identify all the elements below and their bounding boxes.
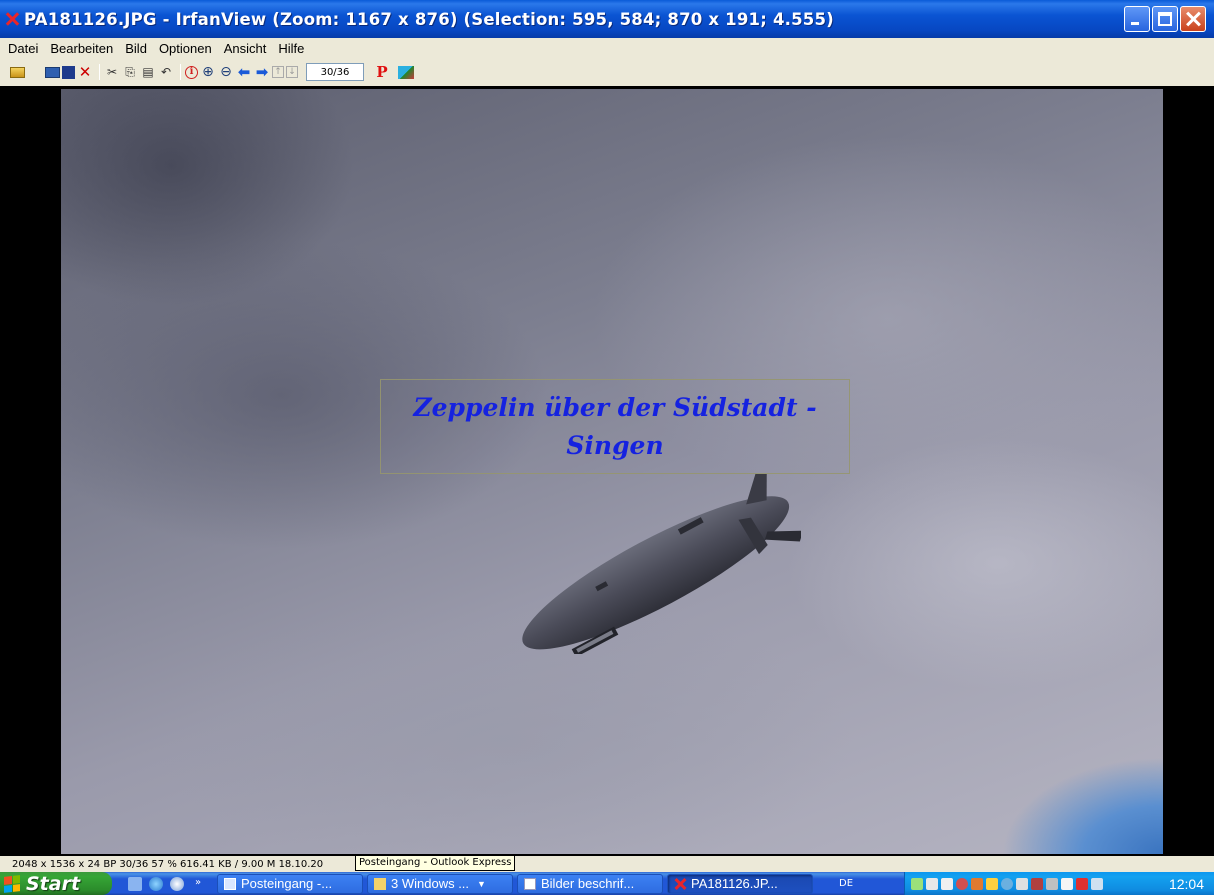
blue-sky-patch (963, 714, 1163, 854)
info-icon[interactable]: i (185, 65, 198, 79)
tray-messenger-icon[interactable] (1091, 877, 1103, 890)
tray-alert-icon[interactable] (986, 877, 998, 890)
print-button[interactable]: P (374, 64, 390, 80)
image-viewport[interactable]: Zeppelin über der Südstadt - Singen (0, 86, 1214, 856)
menu-bearbeiten[interactable]: Bearbeiten (50, 41, 113, 56)
text-selection-box[interactable]: Zeppelin über der Südstadt - Singen (380, 379, 850, 474)
tray-update-icon[interactable] (971, 877, 983, 890)
volume-icon[interactable] (1061, 877, 1073, 890)
minimize-icon (1131, 22, 1139, 25)
tray-calendar-icon[interactable] (941, 877, 953, 890)
irfanview-icon (674, 878, 686, 890)
maximize-button[interactable] (1152, 6, 1178, 32)
menu-bar: Datei Bearbeiten Bild Optionen Ansicht H… (0, 38, 1214, 58)
system-tray: 12:04 (904, 872, 1214, 895)
menu-optionen[interactable]: Optionen (159, 41, 212, 56)
taskbar: Start » Posteingang -... 3 Windows ... ▼… (0, 872, 1214, 895)
previous-icon[interactable]: ⬅ (236, 64, 252, 80)
menu-bild[interactable]: Bild (125, 41, 147, 56)
slideshow-icon[interactable] (45, 66, 60, 78)
close-button[interactable] (1180, 6, 1206, 32)
status-bar: 2048 x 1536 x 24 BP 30/36 57 % 616.41 KB… (0, 856, 1214, 872)
document-icon (524, 877, 536, 890)
taskbar-tooltip: Posteingang - Outlook Express (355, 855, 516, 871)
show-desktop-icon[interactable] (128, 876, 142, 891)
tray-network-icon[interactable] (926, 877, 938, 890)
toolbar: ✕ ✂ ⎘ ▤ ↶ i ⊕ ⊖ ⬅ ➡ ↑ ↓ 30/36 P (0, 58, 1214, 86)
first-icon[interactable]: ↑ (272, 66, 284, 78)
tray-security-icon[interactable] (911, 877, 923, 890)
internet-explorer-icon[interactable] (149, 876, 163, 891)
window-controls (1124, 6, 1206, 32)
irfanview-app-icon[interactable] (4, 11, 20, 27)
zoom-out-icon[interactable]: ⊖ (218, 64, 234, 80)
tray-antivirus-icon[interactable] (956, 877, 968, 890)
quick-launch-more-button[interactable]: » (195, 877, 209, 891)
clock[interactable]: 12:04 (1169, 876, 1204, 892)
cut-icon[interactable]: ✂ (104, 64, 120, 80)
zeppelin-airship (522, 474, 801, 654)
task-label: Bilder beschrif... (541, 876, 635, 891)
tray-display-icon[interactable] (1031, 877, 1043, 890)
task-label: 3 Windows ... (391, 876, 470, 891)
next-icon[interactable]: ➡ (254, 64, 270, 80)
language-indicator[interactable]: DE (839, 878, 869, 889)
tray-sync-icon[interactable] (1001, 877, 1013, 890)
zoom-in-icon[interactable]: ⊕ (200, 64, 216, 80)
quick-launch: » (128, 876, 209, 891)
menu-datei[interactable]: Datei (8, 41, 38, 56)
tray-usb-icon[interactable] (1046, 877, 1058, 890)
last-icon[interactable]: ↓ (286, 66, 298, 78)
chevron-down-icon: ▼ (477, 878, 486, 889)
save-icon[interactable] (62, 65, 75, 79)
task-windows-group[interactable]: 3 Windows ... ▼ (367, 873, 513, 894)
media-player-icon[interactable] (170, 876, 184, 891)
tray-app-icon[interactable] (1076, 877, 1088, 890)
title-bar[interactable]: PA181126.JPG - IrfanView (Zoom: 1167 x 8… (0, 0, 1214, 38)
toolbar-separator (99, 64, 100, 80)
start-button[interactable]: Start (0, 872, 112, 895)
window-title: PA181126.JPG - IrfanView (Zoom: 1167 x 8… (24, 9, 834, 29)
task-label: PA181126.JP... (691, 876, 778, 891)
task-bilder-beschriften[interactable]: Bilder beschrif... (517, 873, 663, 894)
status-text: 2048 x 1536 x 24 BP 30/36 57 % 616.41 KB… (12, 858, 324, 870)
image-caption: Zeppelin über der Südstadt - Singen (413, 392, 817, 460)
photo-zeppelin[interactable]: Zeppelin über der Südstadt - Singen (61, 89, 1163, 854)
task-irfanview[interactable]: PA181126.JP... (667, 873, 813, 894)
start-label: Start (26, 872, 81, 895)
tray-battery-icon[interactable] (1016, 877, 1028, 890)
minimize-button[interactable] (1124, 6, 1150, 32)
menu-ansicht[interactable]: Ansicht (224, 41, 267, 56)
paint-icon[interactable] (398, 65, 414, 79)
menu-hilfe[interactable]: Hilfe (278, 41, 304, 56)
undo-icon[interactable]: ↶ (158, 64, 174, 80)
open-icon[interactable] (10, 66, 25, 78)
image-counter-field[interactable]: 30/36 (306, 63, 364, 81)
copy-icon[interactable]: ⎘ (122, 64, 138, 80)
maximize-icon (1158, 12, 1172, 26)
task-posteingang[interactable]: Posteingang -... (217, 873, 363, 894)
toolbar-separator (180, 64, 181, 80)
task-label: Posteingang -... (241, 876, 333, 891)
paste-icon[interactable]: ▤ (140, 64, 156, 80)
folder-icon (374, 877, 386, 890)
windows-logo-icon (4, 874, 20, 893)
delete-icon[interactable]: ✕ (77, 64, 93, 80)
mail-icon (224, 877, 236, 890)
